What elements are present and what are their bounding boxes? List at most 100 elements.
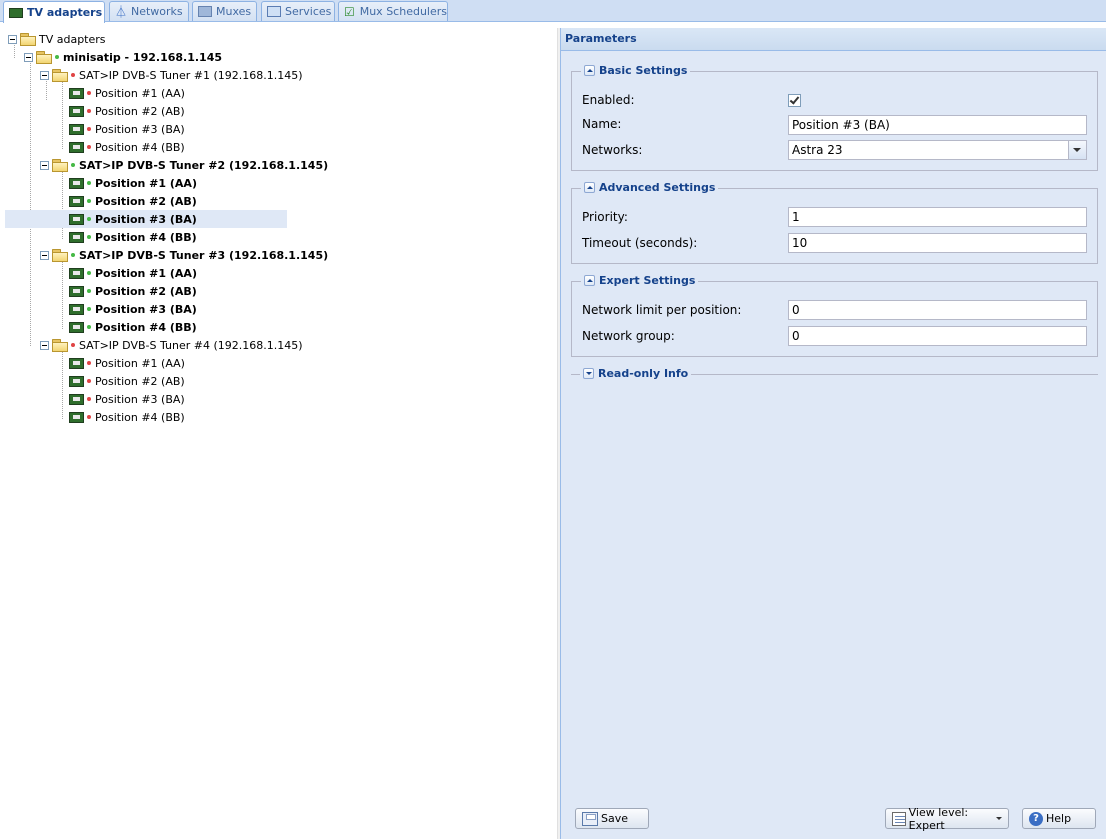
- timeout-input[interactable]: 10: [788, 233, 1087, 253]
- tree-position-selected[interactable]: Position #3 (BA): [5, 210, 287, 228]
- tree-position[interactable]: Position #2 (AB): [69, 372, 185, 390]
- readonly-info-legend[interactable]: Read-only Info: [580, 367, 692, 380]
- tree-label: Position #3 (BA): [95, 212, 197, 226]
- advanced-settings-fieldset: Advanced Settings Priority: 1 Timeout (s…: [571, 181, 1098, 264]
- chevron-down-icon: [996, 817, 1002, 820]
- network-group-input[interactable]: 0: [788, 326, 1087, 346]
- legend-label: Read-only Info: [598, 367, 689, 380]
- name-input[interactable]: Position #3 (BA): [788, 115, 1087, 135]
- tree-label: Position #3 (BA): [95, 122, 185, 136]
- networks-value: Astra 23: [792, 143, 843, 157]
- status-dot-icon: [87, 91, 91, 95]
- tree-position[interactable]: Position #2 (AB): [69, 102, 185, 120]
- chevron-down-icon[interactable]: [1068, 141, 1086, 159]
- tab-mux-schedulers[interactable]: ☑ Mux Schedulers: [338, 1, 448, 21]
- tree-position[interactable]: Position #1 (AA): [69, 84, 185, 102]
- status-dot-icon: [87, 415, 91, 419]
- tuner-card-icon: [69, 123, 84, 135]
- tree-label: SAT>IP DVB-S Tuner #3 (192.168.1.145): [79, 248, 329, 262]
- tree-label: Position #3 (BA): [95, 392, 185, 406]
- networks-select[interactable]: Astra 23: [788, 140, 1087, 160]
- tree-position[interactable]: Position #1 (AA): [69, 174, 197, 192]
- help-label: Help: [1046, 812, 1072, 825]
- adapter-tree: TV adapters minisatip - 192.168.1.145 SA…: [0, 28, 557, 839]
- status-dot-icon: [55, 55, 59, 59]
- tree-tuner[interactable]: SAT>IP DVB-S Tuner #1 (192.168.1.145): [40, 66, 303, 84]
- tree-position[interactable]: Position #4 (BB): [69, 228, 197, 246]
- tree-position[interactable]: Position #4 (BB): [69, 138, 185, 156]
- status-dot-icon: [71, 343, 75, 347]
- tree-tuner[interactable]: SAT>IP DVB-S Tuner #3 (192.168.1.145): [40, 246, 328, 264]
- tuner-card-icon: [69, 321, 84, 333]
- tree-position[interactable]: Position #1 (AA): [69, 264, 197, 282]
- tree-device[interactable]: minisatip - 192.168.1.145: [24, 48, 222, 66]
- status-dot-icon: [87, 307, 91, 311]
- network-limit-input[interactable]: 0: [788, 300, 1087, 320]
- status-dot-icon: [87, 109, 91, 113]
- collapse-toggle[interactable]: [24, 52, 33, 62]
- collapse-icon[interactable]: [584, 275, 595, 286]
- view-level-label: View level: Expert: [908, 805, 969, 832]
- tuner-card-icon: [69, 141, 84, 153]
- tab-services[interactable]: Services: [261, 1, 335, 21]
- collapse-toggle[interactable]: [40, 160, 49, 170]
- readonly-info-fieldset: Read-only Info: [571, 367, 1098, 380]
- tree-tuner[interactable]: SAT>IP DVB-S Tuner #4 (192.168.1.145): [40, 336, 303, 354]
- timeout-label: Timeout (seconds):: [582, 236, 698, 250]
- tree-position[interactable]: Position #3 (BA): [69, 300, 197, 318]
- advanced-settings-legend[interactable]: Advanced Settings: [581, 181, 719, 194]
- enabled-checkbox[interactable]: [788, 94, 801, 107]
- tree-root[interactable]: TV adapters: [8, 30, 106, 48]
- tab-networks[interactable]: ⏃ Networks: [109, 1, 189, 21]
- collapse-toggle[interactable]: [40, 340, 49, 350]
- legend-label: Advanced Settings: [599, 181, 716, 194]
- tuner-card-icon: [69, 393, 84, 405]
- scheduler-icon: ☑: [344, 4, 355, 19]
- basic-settings-legend[interactable]: Basic Settings: [581, 64, 691, 77]
- tree-label: SAT>IP DVB-S Tuner #1 (192.168.1.145): [79, 68, 303, 82]
- collapse-icon[interactable]: [584, 65, 595, 76]
- tuner-card-icon: [69, 303, 84, 315]
- tree-position[interactable]: Position #2 (AB): [69, 192, 197, 210]
- tree-label: SAT>IP DVB-S Tuner #4 (192.168.1.145): [79, 338, 303, 352]
- networks-label: Networks:: [582, 143, 643, 157]
- status-dot-icon: [87, 217, 91, 221]
- tree-position[interactable]: Position #3 (BA): [69, 390, 185, 408]
- save-icon: [582, 811, 598, 826]
- tree-position[interactable]: Position #1 (AA): [69, 354, 185, 372]
- collapse-icon[interactable]: [584, 182, 595, 193]
- tuner-card-icon: [69, 411, 84, 423]
- expert-settings-fieldset: Expert Settings Network limit per positi…: [571, 274, 1098, 357]
- tree-label: TV adapters: [39, 32, 106, 46]
- enabled-label: Enabled:: [582, 93, 635, 107]
- tuner-card-icon: [69, 87, 84, 99]
- help-button[interactable]: ? Help: [1022, 808, 1096, 829]
- status-dot-icon: [87, 199, 91, 203]
- parameters-panel: Parameters Basic Settings Enabled: Name:…: [560, 28, 1106, 839]
- tree-label: Position #1 (AA): [95, 176, 197, 190]
- tree-position[interactable]: Position #4 (BB): [69, 408, 185, 426]
- expand-icon[interactable]: [583, 368, 594, 379]
- tab-label: Mux Schedulers: [359, 5, 447, 18]
- view-level-button[interactable]: View level: Expert: [885, 805, 1009, 832]
- tuner-card-icon: [69, 285, 84, 297]
- tree-position[interactable]: Position #3 (BA): [69, 120, 185, 138]
- tree-position[interactable]: Position #2 (AB): [69, 282, 197, 300]
- save-button[interactable]: Save: [575, 808, 649, 829]
- tree-tuner[interactable]: SAT>IP DVB-S Tuner #2 (192.168.1.145): [40, 156, 328, 174]
- tab-muxes[interactable]: Muxes: [192, 1, 257, 21]
- status-dot-icon: [87, 397, 91, 401]
- collapse-toggle[interactable]: [40, 250, 49, 260]
- status-dot-icon: [71, 73, 75, 77]
- folder-icon: [20, 33, 36, 46]
- status-dot-icon: [71, 253, 75, 257]
- collapse-toggle[interactable]: [40, 70, 49, 80]
- priority-input[interactable]: 1: [788, 207, 1087, 227]
- status-dot-icon: [87, 325, 91, 329]
- tree-position[interactable]: Position #4 (BB): [69, 318, 197, 336]
- tuner-card-icon: [69, 195, 84, 207]
- status-dot-icon: [71, 163, 75, 167]
- expert-settings-legend[interactable]: Expert Settings: [581, 274, 699, 287]
- collapse-toggle[interactable]: [8, 34, 17, 44]
- tab-tv-adapters[interactable]: TV adapters: [3, 1, 105, 23]
